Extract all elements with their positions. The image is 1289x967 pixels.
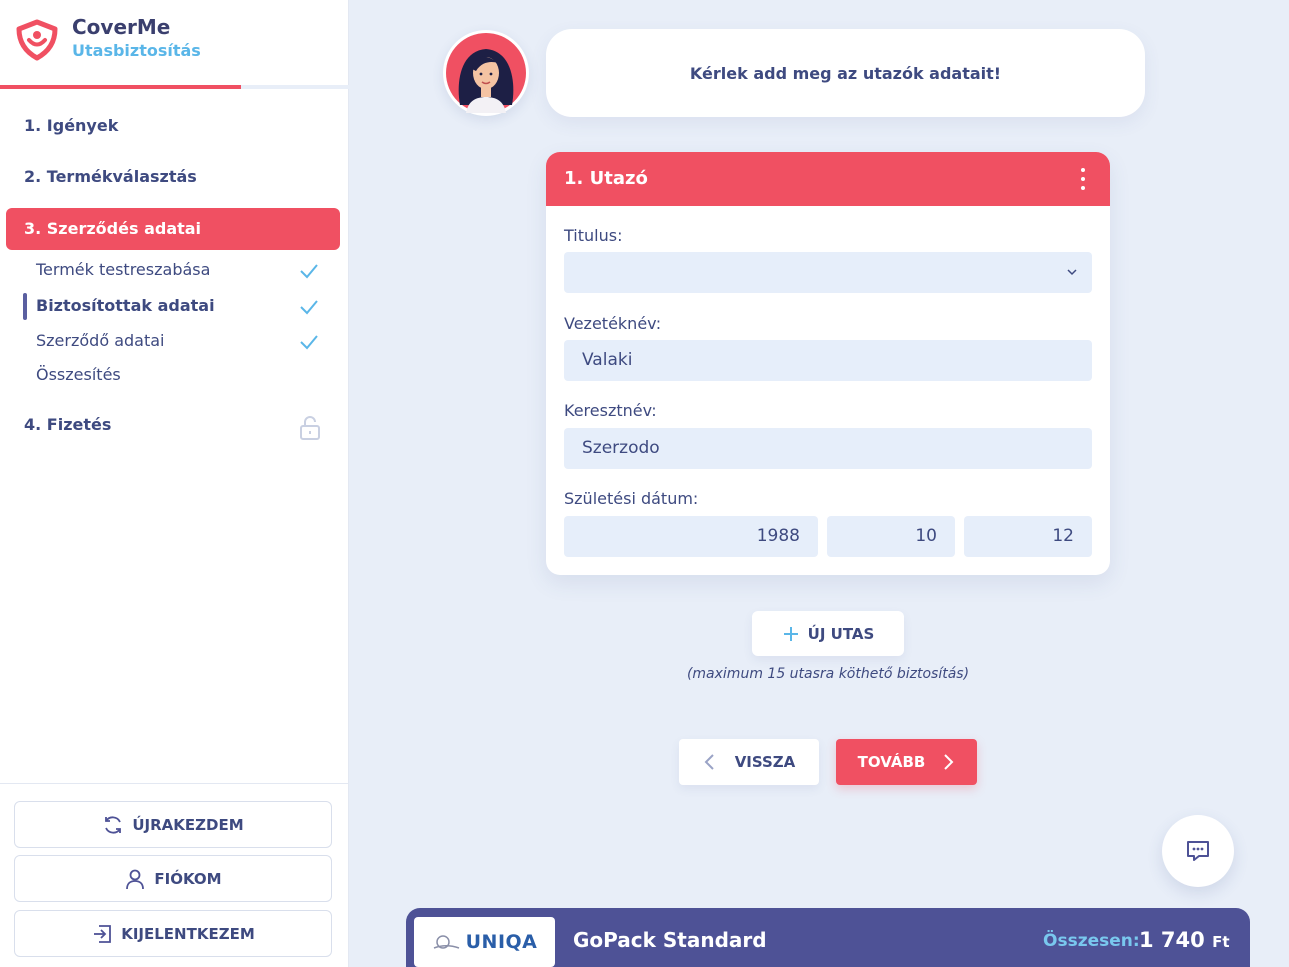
back-label: VISSZA [734,753,796,771]
check-icon [300,335,318,350]
chevron-down-icon [1067,269,1077,276]
total-label: Összesen: [1043,931,1140,951]
lock-icon [300,416,320,440]
step-payment: 4. Fizetés [24,415,112,434]
firstname-label: Keresztnév: [564,401,657,420]
max-travelers-hint: (maximum 15 utasra köthető biztosítás) [686,666,970,682]
logout-icon [94,924,112,943]
progress-fill [0,85,241,89]
progress-bar [0,85,349,89]
logout-label: KIJELENTKEZEM [121,924,255,943]
chevron-right-icon [944,754,954,770]
assistant-message: Kérlek add meg az utazók adatait! [546,29,1145,117]
refresh-icon [105,815,122,834]
title-label: Titulus: [564,226,623,245]
logo[interactable]: CoverMe Utasbiztosítás [14,14,201,62]
total-currency: Ft [1212,933,1230,951]
user-icon [126,869,145,889]
title-select[interactable] [564,252,1092,293]
chat-button[interactable] [1162,815,1234,887]
traveler-card-header: 1. Utazó [546,152,1110,206]
brand-name: CoverMe [72,15,171,39]
chat-icon [1187,841,1209,861]
check-icon [300,264,318,279]
total-value: 1 740 [1139,928,1205,952]
sidebar: CoverMe Utasbiztosítás 1. Igények 2. Ter… [0,0,349,967]
traveler-card: 1. Utazó Titulus: Vezetéknév: Valaki Ker… [546,152,1110,575]
birth-year-input[interactable]: 1988 [564,516,818,557]
brand-subtitle: Utasbiztosítás [72,41,201,60]
assistant-avatar-image [446,33,526,113]
next-button[interactable]: TOVÁBB [836,739,977,785]
substep-summary[interactable]: Összesítés [36,365,121,384]
step-contract-details[interactable]: 3. Szerződés adatai [6,208,340,250]
account-label: FIÓKOM [154,869,222,888]
logout-button[interactable]: KIJELENTKEZEM [14,910,332,957]
traveler-card-title: 1. Utazó [564,168,648,189]
add-traveler-label: ÚJ UTAS [807,624,875,643]
restart-button[interactable]: ÚJRAKEZDEM [14,801,332,848]
summary-footer: UNIQA GoPack Standard Összesen: 1 740 Ft [406,908,1250,967]
assistant-avatar [443,30,529,116]
insurer-name: UNIQA [465,931,538,953]
account-button[interactable]: FIÓKOM [14,855,332,902]
sidebar-divider [0,783,349,784]
current-substep-indicator [23,293,27,320]
coverme-logo-icon [16,19,58,61]
next-label: TOVÁBB [857,753,926,771]
chevron-left-icon [704,754,714,770]
birth-day-input[interactable]: 12 [964,516,1092,557]
restart-label: ÚJRAKEZDEM [132,815,244,834]
uniqa-logo-icon [433,935,459,949]
check-icon [300,300,318,315]
product-name: GoPack Standard [573,928,767,952]
plus-icon [783,626,798,641]
birth-month-input[interactable]: 10 [827,516,955,557]
add-traveler-button[interactable]: ÚJ UTAS [752,611,904,656]
lastname-label: Vezetéknév: [564,314,662,333]
firstname-input[interactable]: Szerzodo [564,428,1092,469]
step-needs[interactable]: 1. Igények [24,116,118,135]
substep-insured-details[interactable]: Biztosítottak adatai [36,296,215,315]
step-product-selection[interactable]: 2. Termékválasztás [24,167,197,186]
insurer-logo: UNIQA [414,917,555,967]
substep-contractor-details[interactable]: Szerződő adatai [36,331,164,350]
more-options-icon[interactable] [1074,168,1092,190]
substep-product-customization[interactable]: Termék testreszabása [36,260,210,279]
total-amount: 1 740 Ft [1139,928,1230,952]
lastname-input[interactable]: Valaki [564,340,1092,381]
back-button[interactable]: VISSZA [679,739,819,785]
birthdate-label: Születési dátum: [564,489,699,508]
